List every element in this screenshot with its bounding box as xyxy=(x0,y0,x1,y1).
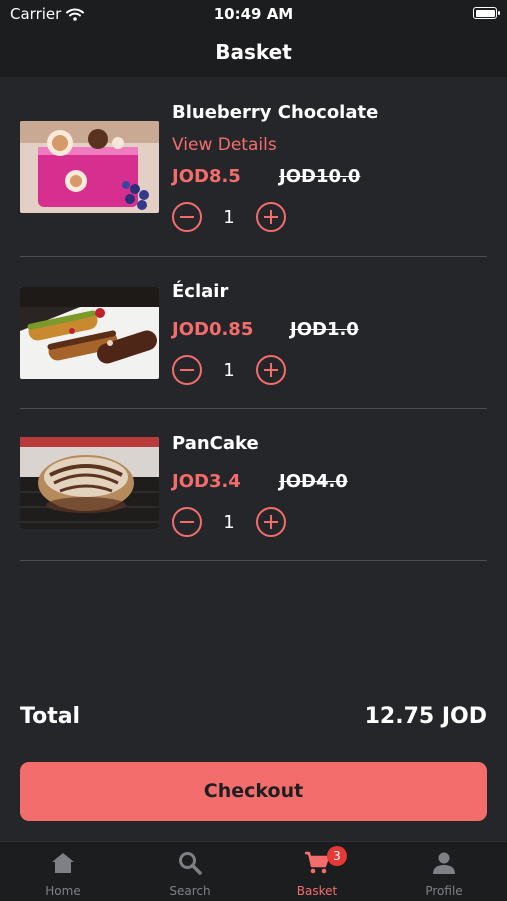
tab-profile-label: Profile xyxy=(425,884,463,898)
quantity-stepper: 1 xyxy=(172,200,286,234)
item-title: Éclair xyxy=(172,281,229,302)
tab-search[interactable]: Search xyxy=(127,842,253,901)
quantity-value: 1 xyxy=(223,206,235,228)
item-price: JOD8.5 xyxy=(172,166,241,187)
decrease-quantity-button[interactable] xyxy=(172,355,202,385)
eclair-image xyxy=(20,287,159,379)
total-value: 12.75 JOD xyxy=(364,704,487,729)
minus-icon xyxy=(180,520,194,524)
total-row: Total 12.75 JOD xyxy=(20,700,487,736)
basket-item: Blueberry Chocolate View Details JOD8.5 … xyxy=(20,88,487,257)
increase-quantity-button[interactable] xyxy=(256,355,286,385)
increase-quantity-button[interactable] xyxy=(256,202,286,232)
item-title: Blueberry Chocolate xyxy=(172,102,379,123)
quantity-value: 1 xyxy=(223,359,235,381)
pancake-image xyxy=(20,437,159,529)
item-price: JOD0.85 xyxy=(172,319,254,340)
view-details-link[interactable]: View Details xyxy=(172,135,277,155)
tab-profile[interactable]: Profile xyxy=(381,842,507,901)
navigation-bar: Basket xyxy=(0,30,507,77)
item-old-price: JOD10.0 xyxy=(279,166,361,187)
item-price: JOD3.4 xyxy=(172,471,241,492)
checkout-button[interactable]: Checkout xyxy=(20,762,487,821)
quantity-stepper: 1 xyxy=(172,505,286,539)
home-icon xyxy=(52,853,74,873)
battery-icon xyxy=(473,7,500,19)
decrease-quantity-button[interactable] xyxy=(172,507,202,537)
total-label: Total xyxy=(20,704,81,729)
increase-quantity-button[interactable] xyxy=(256,507,286,537)
decrease-quantity-button[interactable] xyxy=(172,202,202,232)
search-icon xyxy=(179,852,202,875)
item-title: PanCake xyxy=(172,433,259,454)
basket-item: PanCake JOD3.4 JOD4.0 1 xyxy=(20,409,487,561)
quantity-value: 1 xyxy=(223,511,235,533)
tab-home-label: Home xyxy=(45,884,81,898)
tab-home[interactable]: Home xyxy=(0,842,126,901)
tab-search-label: Search xyxy=(169,884,211,898)
tab-bar: Home Search 3 Basket Profile xyxy=(0,841,507,901)
status-time: 10:49 AM xyxy=(213,5,294,23)
basket-list: Blueberry Chocolate View Details JOD8.5 … xyxy=(20,88,487,561)
blueberry-cake-image xyxy=(20,121,159,213)
basket-item: Éclair JOD0.85 JOD1.0 1 xyxy=(20,257,487,409)
minus-icon xyxy=(180,215,194,219)
minus-icon xyxy=(180,368,194,372)
page-title: Basket xyxy=(215,40,292,64)
item-old-price: JOD1.0 xyxy=(290,319,359,340)
quantity-stepper: 1 xyxy=(172,353,286,387)
cart-count-badge: 3 xyxy=(327,846,347,866)
item-old-price: JOD4.0 xyxy=(279,471,348,492)
status-bar: Carrier 10:49 AM xyxy=(0,0,507,30)
person-icon xyxy=(433,852,455,874)
tab-basket-label: Basket xyxy=(296,884,338,898)
tab-basket[interactable]: 3 Basket xyxy=(254,842,380,901)
